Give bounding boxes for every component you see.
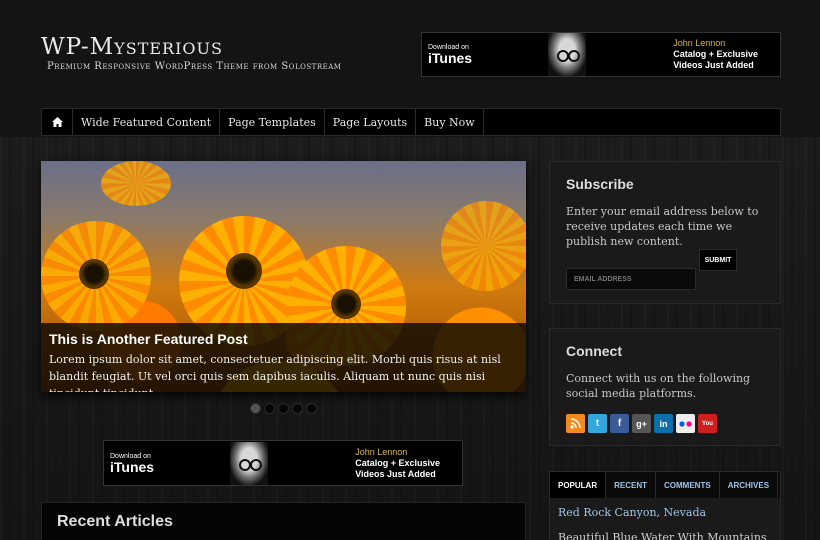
main-navigation: Wide Featured Content Page Templates Pag… [41, 108, 781, 136]
twitter-icon[interactable]: t [588, 414, 607, 433]
tabbed-widget: POPULAR RECENT COMMENTS ARCHIVES Red Roc… [549, 471, 781, 540]
itunes-badge: Download on iTunes [428, 44, 548, 65]
youtube-icon[interactable]: You [698, 414, 717, 433]
site-tagline: Premium Responsive WordPress Theme from … [47, 61, 342, 72]
banner-text: John Lennon Catalog + Exclusive Videos J… [673, 38, 758, 71]
itunes-label: iTunes [110, 458, 155, 475]
nav-wide-featured-content[interactable]: Wide Featured Content [73, 109, 221, 135]
itunes-badge: Download on iTunes [110, 453, 230, 474]
banner-line-1: Catalog + Exclusive [355, 457, 440, 468]
banner-line-2: Videos Just Added [673, 60, 754, 70]
featured-post-excerpt: Lorem ipsum dolor sit amet, consectetuer… [49, 353, 501, 392]
flickr-icon[interactable] [676, 414, 695, 433]
john-lennon-portrait [548, 33, 586, 76]
nav-home[interactable] [42, 109, 73, 135]
banner-artist: John Lennon [355, 446, 408, 457]
connect-description: Connect with us on the following social … [566, 372, 751, 400]
john-lennon-portrait [230, 441, 268, 485]
recent-articles-section: Recent Articles [41, 502, 526, 540]
banner-artist: John Lennon [673, 38, 726, 48]
popular-post-link[interactable]: Beautiful Blue Water With Mountains [550, 519, 780, 540]
subscribe-description: Enter your email address below to receiv… [566, 205, 759, 248]
tab-comments[interactable]: COMMENTS [656, 472, 720, 498]
linkedin-icon[interactable]: in [654, 414, 673, 433]
rss-icon[interactable] [566, 414, 585, 433]
slider-dot[interactable] [292, 403, 303, 414]
slider-dot[interactable] [264, 403, 275, 414]
home-icon [51, 117, 63, 127]
itunes-banner-ad[interactable]: Download on iTunes John Lennon Catalog +… [421, 32, 781, 77]
tab-recent[interactable]: RECENT [606, 472, 657, 498]
popular-post-link[interactable]: Red Rock Canyon, Nevada [550, 498, 780, 519]
slider-dot[interactable] [278, 403, 289, 414]
slider-pagination [250, 403, 317, 414]
subscribe-widget: Subscribe Enter your email address below… [549, 161, 781, 304]
social-icons: t f g+ in You [566, 414, 764, 433]
flower-center [331, 289, 361, 319]
site-logo[interactable]: WP-Mysterious Premium Responsive WordPre… [41, 34, 341, 72]
site-title[interactable]: WP-Mysterious [41, 34, 341, 60]
recent-articles-heading: Recent Articles [57, 513, 173, 530]
subscribe-heading: Subscribe [566, 176, 634, 192]
tab-popular[interactable]: POPULAR [550, 472, 607, 498]
flower-center [226, 253, 262, 289]
slider-dot[interactable] [250, 403, 261, 414]
banner-text: John Lennon Catalog + Exclusive Videos J… [355, 447, 440, 480]
facebook-icon[interactable]: f [610, 414, 629, 433]
itunes-banner-ad[interactable]: Download on iTunes John Lennon Catalog +… [103, 440, 463, 486]
submit-button[interactable]: SUBMIT [699, 249, 737, 271]
nav-page-templates[interactable]: Page Templates [220, 109, 325, 135]
banner-line-1: Catalog + Exclusive [673, 49, 758, 59]
nav-buy-now[interactable]: Buy Now [416, 109, 484, 135]
flower-image [101, 161, 171, 206]
featured-post-title[interactable]: This is Another Featured Post [49, 331, 518, 347]
featured-slider[interactable]: This is Another Featured Post Lorem ipsu… [41, 161, 526, 392]
connect-heading: Connect [566, 343, 622, 359]
banner-line-2: Videos Just Added [355, 468, 436, 479]
featured-caption: This is Another Featured Post Lorem ipsu… [41, 323, 526, 392]
flower-image [441, 201, 526, 291]
tab-archives[interactable]: ARCHIVES [720, 472, 779, 498]
slider-dot[interactable] [306, 403, 317, 414]
connect-widget: Connect Connect with us on the following… [549, 328, 781, 446]
tab-bar: POPULAR RECENT COMMENTS ARCHIVES [550, 472, 780, 498]
nav-page-layouts[interactable]: Page Layouts [325, 109, 417, 135]
email-input[interactable] [566, 268, 696, 290]
itunes-label: iTunes [428, 50, 473, 66]
flower-center [79, 259, 109, 289]
google-plus-icon[interactable]: g+ [632, 414, 651, 433]
